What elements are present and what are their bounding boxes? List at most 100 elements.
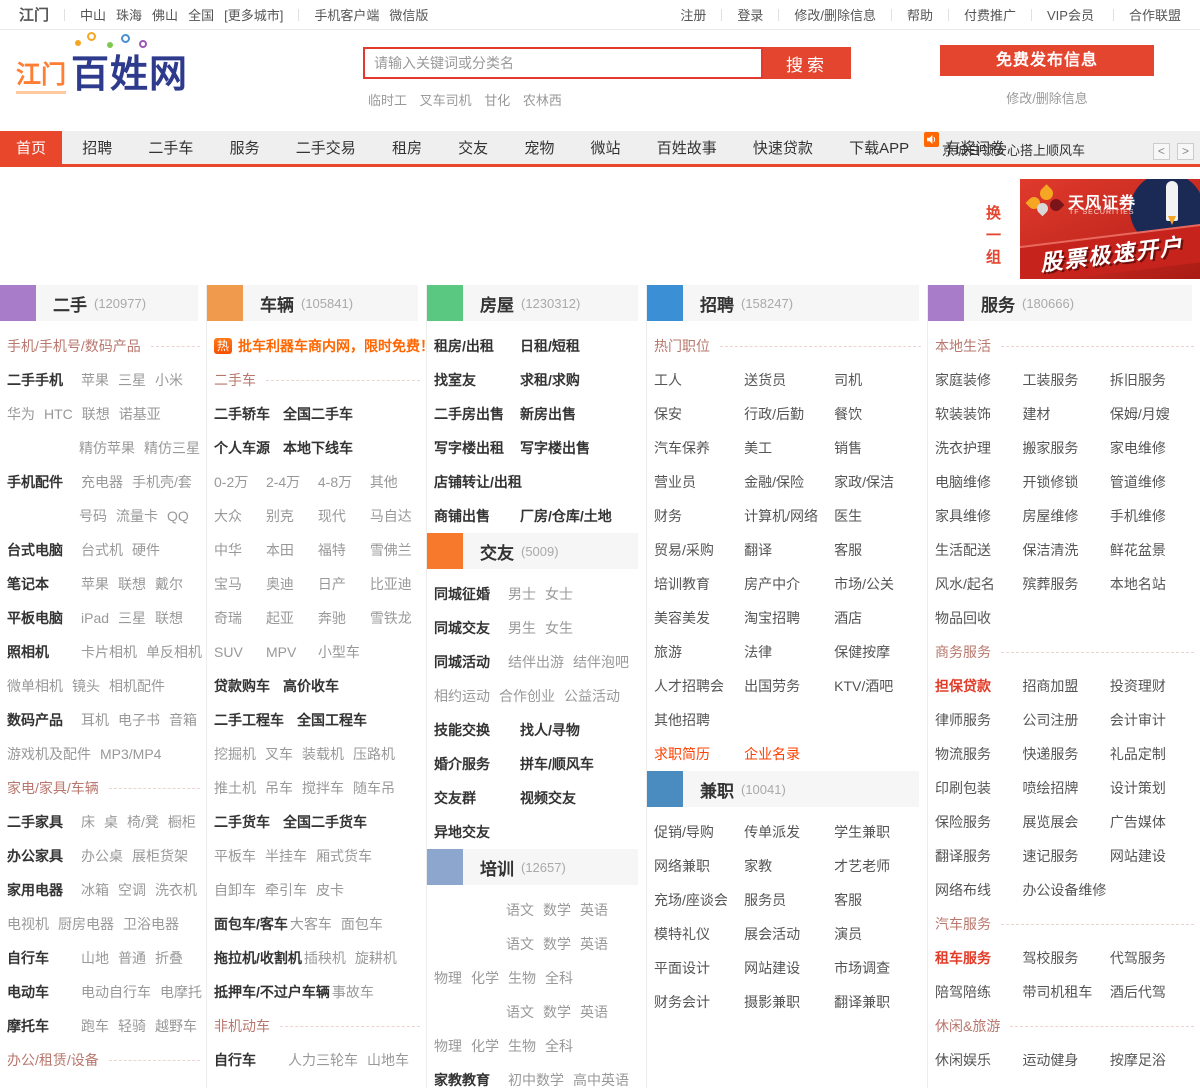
category-link[interactable]: 山地 [81,950,109,966]
category-link[interactable]: 二手轿车 [214,406,270,422]
category-link[interactable]: 本田 [266,533,318,567]
nav-item-jobs[interactable]: 招聘 [66,131,128,167]
category-label-link[interactable]: 同城活动 [434,645,506,679]
category-link[interactable]: 初中数学 [508,1072,564,1088]
category-link[interactable]: 财务会计 [654,985,744,1019]
category-link[interactable]: 皮卡 [316,882,344,898]
category-link[interactable]: 印刷包装 [935,771,1022,805]
category-link[interactable]: 4-8万 [318,465,370,499]
category-label-link[interactable]: 笔记本 [7,567,79,601]
category-link[interactable]: 手机壳/套 [132,474,192,490]
category-link[interactable]: 美工 [744,431,834,465]
category-link[interactable]: 房产中介 [744,567,834,601]
city-link[interactable]: 全国 [188,5,214,24]
category-link[interactable]: 叉车 [265,746,293,762]
category-link[interactable]: 卡片相机 [81,644,137,660]
category-link[interactable]: 厨房电器 [58,916,114,932]
category-link[interactable]: 租车服务 [935,941,1022,975]
category-label-link[interactable]: 找人/寻物 [520,722,580,738]
category-label-link[interactable]: 数码产品 [7,703,79,737]
category-link[interactable]: 女生 [545,620,573,636]
category-link[interactable]: 司机 [834,363,924,397]
category-link[interactable]: 华为 [7,406,35,422]
category-link[interactable]: 化学 [471,970,499,986]
category-link[interactable]: 保姆/月嫂 [1110,397,1197,431]
category-link[interactable]: 网络兼职 [654,849,744,883]
category-link[interactable]: 搅拌车 [302,780,344,796]
category-link[interactable]: 0-2万 [214,465,266,499]
category-link[interactable]: 马自达 [370,499,422,533]
category-link[interactable]: 电子书 [118,712,160,728]
category-link[interactable]: 大客车 [290,916,332,932]
category-link[interactable]: 管道维修 [1110,465,1197,499]
category-header[interactable]: 服务 (180666) [928,285,1192,321]
hot-word[interactable]: 农林西 [523,93,562,108]
category-label-link[interactable]: 二手房出售 [434,397,518,431]
category-link[interactable]: 小米 [155,372,183,388]
category-link[interactable]: 冰箱 [81,882,109,898]
category-link[interactable]: 普通 [118,950,146,966]
category-link[interactable]: 公司注册 [1022,703,1109,737]
category-link[interactable]: 房屋维修 [1022,499,1109,533]
category-label-link[interactable]: 家教教育 [434,1063,506,1088]
category-link[interactable]: 轻骑 [118,1018,146,1034]
category-label-link[interactable]: 同城征婚 [434,577,506,611]
category-link[interactable]: 速记服务 [1022,839,1109,873]
category-link[interactable]: 美容美发 [654,601,744,635]
category-label-link[interactable]: 新房出售 [520,406,576,422]
category-link[interactable]: 事故车 [332,984,374,1000]
category-link[interactable]: 陪驾陪练 [935,975,1022,1009]
category-link[interactable]: 家具维修 [935,499,1022,533]
category-link[interactable]: 日产 [318,567,370,601]
category-link[interactable]: 摄影兼职 [744,985,834,1019]
category-link[interactable]: 传单派发 [744,815,834,849]
category-link[interactable]: 数学 [543,1004,571,1020]
category-link[interactable]: 面包车 [341,916,383,932]
nav-item-rent[interactable]: 租房 [376,131,438,167]
category-link[interactable]: 工装服务 [1022,363,1109,397]
category-link[interactable]: 挖掘机 [214,746,256,762]
category-link[interactable]: 客服 [834,883,924,917]
city-link[interactable]: 珠海 [116,5,142,24]
city-current[interactable]: 江门 [19,4,49,25]
category-link[interactable]: 高中英语 [573,1072,629,1088]
category-label-link[interactable]: 同城交友 [434,611,506,645]
category-link[interactable]: MPV [266,635,318,669]
category-link[interactable]: 翻译 [744,533,834,567]
vip-link[interactable]: VIP会员 [1047,5,1094,24]
category-link[interactable]: 本地下线车 [283,440,353,456]
category-link[interactable]: 物理 [434,1038,462,1054]
category-link[interactable]: 行政/后勤 [744,397,834,431]
category-label-link[interactable]: 婚介服务 [434,747,518,781]
category-link[interactable]: 精仿三星 [144,440,200,456]
category-label-link[interactable]: 家用电器 [7,873,79,907]
mobile-client-link[interactable]: 手机客户端 [314,5,379,24]
category-link[interactable]: 压路机 [353,746,395,762]
category-link[interactable]: 展会活动 [744,917,834,951]
category-label-link[interactable]: 租房/出租 [434,329,518,363]
category-link[interactable]: 其他 [370,465,422,499]
category-label-link[interactable]: 视频交友 [520,790,576,806]
category-link[interactable]: 开锁修锁 [1022,465,1109,499]
category-link[interactable]: 工人 [654,363,744,397]
category-link[interactable]: 二手工程车 [214,712,284,728]
category-link[interactable]: 办公设备维修 [1022,873,1109,907]
category-link[interactable]: 英语 [580,936,608,952]
category-link[interactable]: 公益活动 [564,688,620,704]
category-link[interactable]: 三星 [118,372,146,388]
category-link[interactable]: 医生 [834,499,924,533]
category-link[interactable]: 模特礼仪 [654,917,744,951]
category-link[interactable]: 相约运动 [434,688,490,704]
category-link[interactable]: 联想 [82,406,110,422]
category-link[interactable]: 网络布线 [935,873,1022,907]
category-link[interactable]: 数学 [543,936,571,952]
category-link[interactable]: 洗衣机 [155,882,197,898]
category-link[interactable]: 物品回收 [935,601,1022,635]
category-link[interactable]: 物流服务 [935,737,1022,771]
category-link[interactable]: 投资理财 [1110,669,1197,703]
category-label-link[interactable]: 厂房/仓库/土地 [520,508,612,524]
ad-banner[interactable]: 天风证券 TF SECURITIES 股票极速开户 [1020,179,1200,279]
category-link[interactable]: 学生兼职 [834,815,924,849]
category-label-link[interactable]: 台式电脑 [7,533,79,567]
category-link[interactable]: 培训教育 [654,567,744,601]
